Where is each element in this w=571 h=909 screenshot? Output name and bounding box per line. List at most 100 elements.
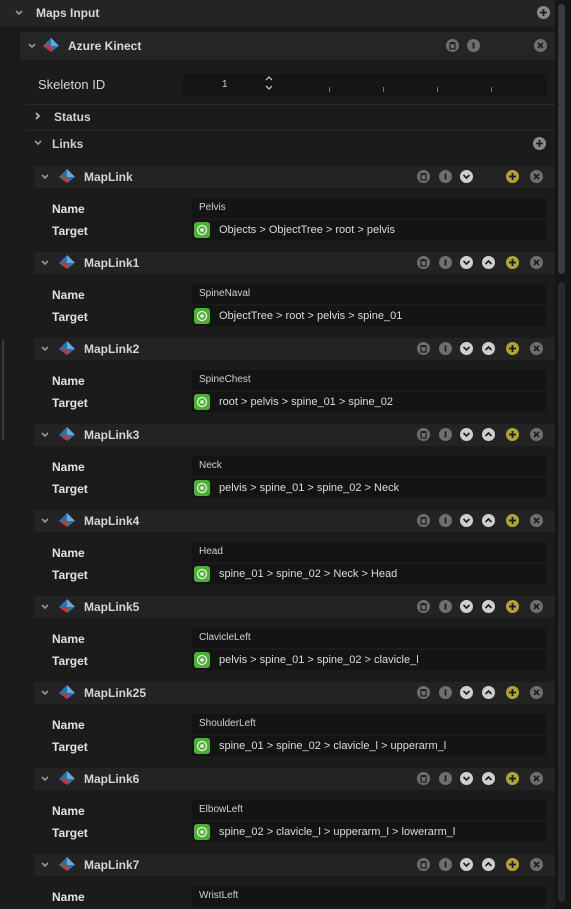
device-title: Azure Kinect	[68, 39, 142, 53]
splitter-handle[interactable]	[2, 340, 4, 440]
info-link-button[interactable]	[439, 514, 452, 527]
move-down-button[interactable]	[460, 514, 473, 527]
target-picker-button[interactable]	[194, 222, 210, 238]
move-down-button[interactable]	[460, 256, 473, 269]
move-down-button[interactable]	[460, 170, 473, 183]
copy-link-button[interactable]	[417, 342, 430, 355]
add-sublink-button[interactable]	[506, 514, 519, 527]
remove-link-button[interactable]	[530, 686, 543, 699]
remove-link-button[interactable]	[530, 342, 543, 355]
copy-link-button[interactable]	[417, 686, 430, 699]
target-picker-button[interactable]	[194, 566, 210, 582]
add-sublink-button[interactable]	[506, 772, 519, 785]
chevron-down-icon[interactable]	[40, 602, 50, 612]
chevron-right-icon[interactable]	[33, 111, 43, 121]
move-up-button[interactable]	[482, 342, 495, 355]
target-icon	[196, 310, 208, 322]
add-sublink-button[interactable]	[506, 170, 519, 183]
name-field[interactable]: Pelvis	[192, 198, 546, 218]
add-sublink-button[interactable]	[506, 858, 519, 871]
move-up-button[interactable]	[482, 600, 495, 613]
add-sublink-button[interactable]	[506, 686, 519, 699]
chevron-down-icon[interactable]	[40, 344, 50, 354]
remove-link-button[interactable]	[530, 772, 543, 785]
plus-icon	[509, 345, 516, 352]
name-field[interactable]: SpineNaval	[192, 284, 546, 304]
target-picker-button[interactable]	[194, 394, 210, 410]
move-up-button[interactable]	[482, 514, 495, 527]
target-picker-button[interactable]	[194, 652, 210, 668]
info-link-button[interactable]	[439, 428, 452, 441]
move-down-button[interactable]	[460, 686, 473, 699]
name-field[interactable]: ElbowLeft	[192, 800, 546, 820]
info-link-button[interactable]	[439, 858, 452, 871]
add-input-button[interactable]	[537, 6, 550, 19]
skeleton-id-field[interactable]	[183, 74, 547, 96]
add-sublink-button[interactable]	[506, 600, 519, 613]
move-up-button[interactable]	[482, 428, 495, 441]
info-link-button[interactable]	[439, 256, 452, 269]
copy-device-button[interactable]	[446, 39, 459, 52]
name-field[interactable]: WristLeft	[192, 886, 546, 906]
move-down-button[interactable]	[460, 858, 473, 871]
chevron-down-icon[interactable]	[40, 172, 50, 182]
chevron-down-icon[interactable]	[40, 258, 50, 268]
add-link-button[interactable]	[533, 137, 546, 150]
move-down-button[interactable]	[460, 428, 473, 441]
target-picker-button[interactable]	[194, 308, 210, 324]
remove-link-button[interactable]	[530, 858, 543, 871]
chevron-down-icon[interactable]	[40, 516, 50, 526]
name-field[interactable]: Neck	[192, 456, 546, 476]
move-down-button[interactable]	[460, 772, 473, 785]
stepper-arrows-icon[interactable]	[265, 75, 273, 91]
remove-link-button[interactable]	[530, 170, 543, 183]
add-sublink-button[interactable]	[506, 342, 519, 355]
add-sublink-button[interactable]	[506, 428, 519, 441]
remove-link-button[interactable]	[530, 428, 543, 441]
chevron-down-icon[interactable]	[33, 138, 43, 148]
info-link-button[interactable]	[439, 686, 452, 699]
copy-link-button[interactable]	[417, 428, 430, 441]
remove-link-button[interactable]	[530, 514, 543, 527]
info-link-button[interactable]	[439, 170, 452, 183]
move-up-button[interactable]	[482, 686, 495, 699]
info-device-button[interactable]	[467, 39, 480, 52]
add-sublink-button[interactable]	[506, 256, 519, 269]
copy-link-button[interactable]	[417, 514, 430, 527]
copy-link-button[interactable]	[417, 256, 430, 269]
name-field[interactable]: Head	[192, 542, 546, 562]
target-picker-button[interactable]	[194, 738, 210, 754]
move-up-button[interactable]	[482, 772, 495, 785]
remove-link-button[interactable]	[530, 600, 543, 613]
chevron-down-icon[interactable]	[40, 688, 50, 698]
copy-link-button[interactable]	[417, 772, 430, 785]
move-down-button[interactable]	[460, 342, 473, 355]
scrollbar-thumb[interactable]	[558, 4, 565, 274]
name-value: Head	[199, 546, 223, 557]
move-up-button[interactable]	[482, 858, 495, 871]
maplink-icon	[59, 599, 75, 613]
move-up-button[interactable]	[482, 256, 495, 269]
copy-link-button[interactable]	[417, 170, 430, 183]
name-field[interactable]: SpineChest	[192, 370, 546, 390]
remove-device-button[interactable]	[534, 39, 547, 52]
copy-link-button[interactable]	[417, 858, 430, 871]
status-section-label[interactable]: Status	[54, 110, 91, 124]
move-down-button[interactable]	[460, 600, 473, 613]
chevron-down-icon[interactable]	[40, 430, 50, 440]
info-link-button[interactable]	[439, 772, 452, 785]
name-field[interactable]: ShoulderLeft	[192, 714, 546, 734]
remove-link-button[interactable]	[530, 256, 543, 269]
info-link-button[interactable]	[439, 342, 452, 355]
chevron-down-icon[interactable]	[27, 41, 37, 51]
chevron-down-icon[interactable]	[40, 774, 50, 784]
chevron-down-icon[interactable]	[40, 860, 50, 870]
chevron-down-icon[interactable]	[14, 8, 24, 18]
target-picker-button[interactable]	[194, 480, 210, 496]
target-picker-button[interactable]	[194, 824, 210, 840]
info-icon	[444, 775, 447, 782]
info-link-button[interactable]	[439, 600, 452, 613]
name-field[interactable]: ClavicleLeft	[192, 628, 546, 648]
copy-link-button[interactable]	[417, 600, 430, 613]
close-icon	[533, 173, 540, 180]
